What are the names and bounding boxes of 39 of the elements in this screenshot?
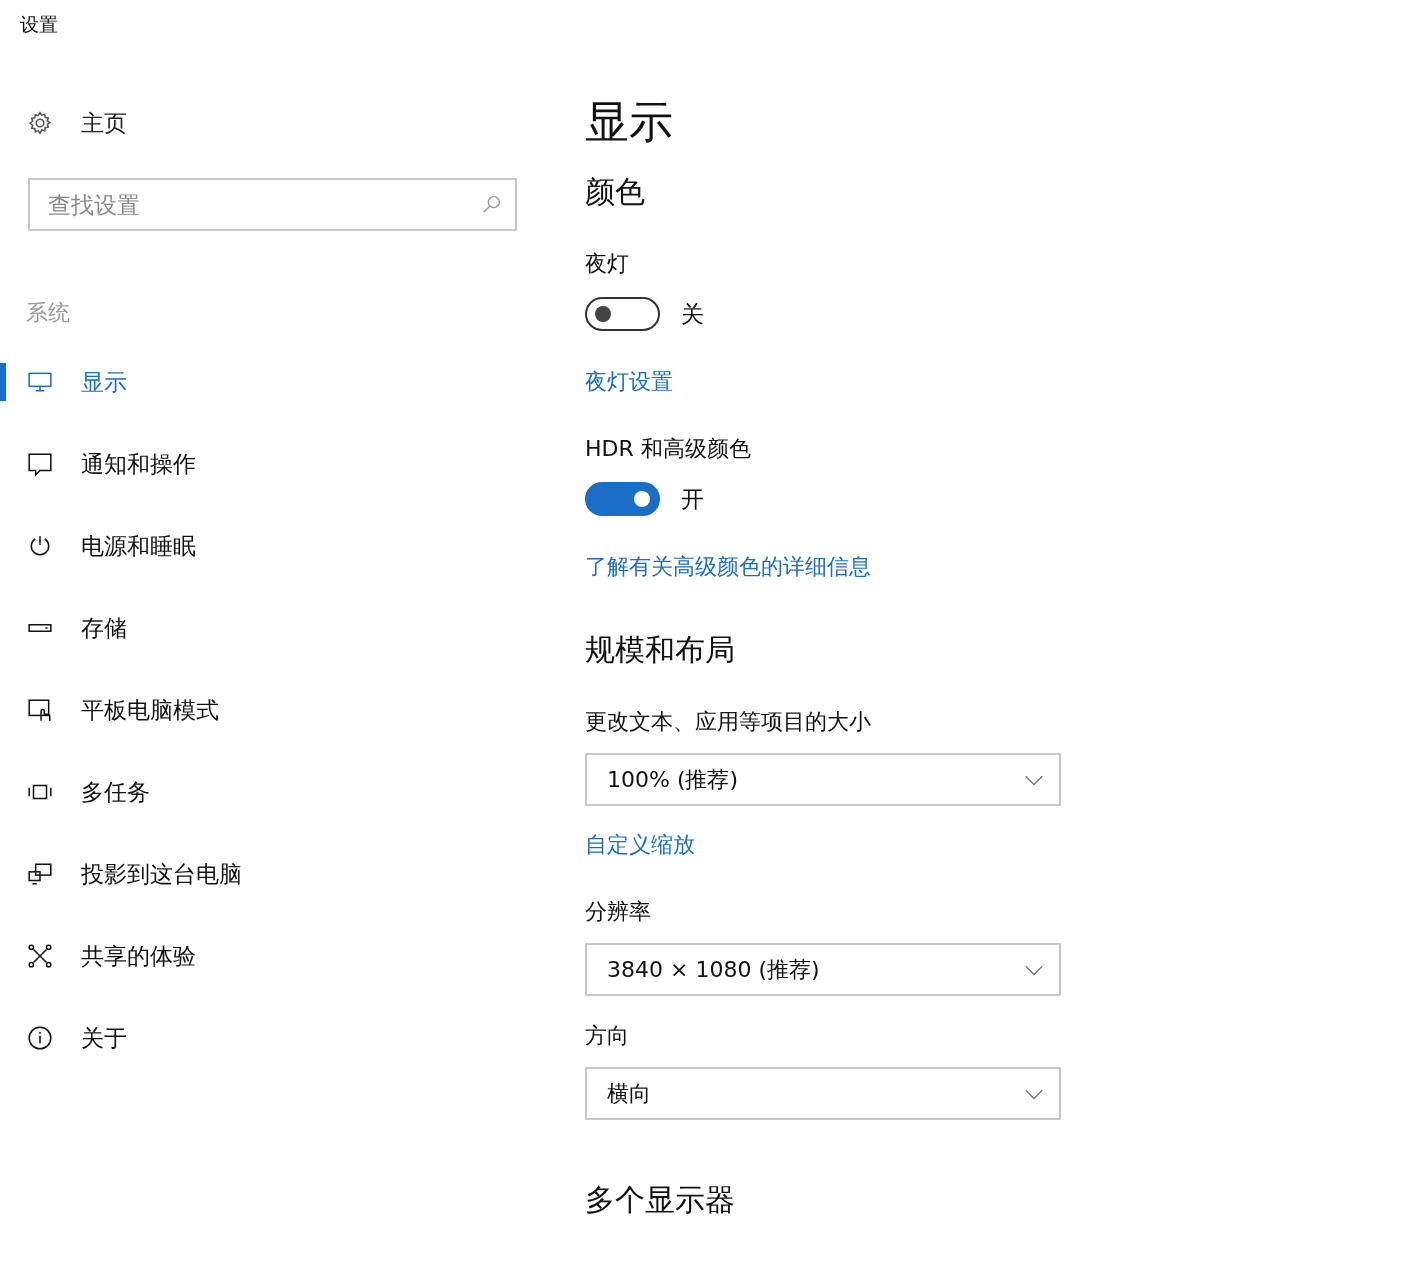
section-heading: 颜色 (585, 173, 646, 211)
nav-item[interactable]: 关于 (0, 997, 585, 1079)
home-nav-item[interactable]: 主页 (0, 98, 585, 148)
setting-label: 夜灯 (585, 250, 630, 278)
speech-bubble-icon (27, 451, 53, 477)
nav-item[interactable]: 存储 (0, 587, 585, 669)
section-label: 系统 (26, 299, 71, 327)
nav-item[interactable]: 通知和操作 (0, 423, 585, 505)
setting-label: HDR 和高级颜色 (585, 435, 752, 463)
nav-item[interactable]: 平板电脑模式 (0, 669, 585, 751)
nav-item[interactable]: 多任务 (0, 751, 585, 833)
info-icon (27, 1025, 53, 1051)
setting-label: 方向 (585, 1022, 630, 1050)
dropdown[interactable]: 横向 (585, 1067, 1061, 1120)
section-heading: 多个显示器 (585, 1181, 736, 1219)
search-field[interactable]: 查找设置 (28, 178, 517, 231)
nav-item[interactable]: 显示 (0, 341, 585, 423)
link[interactable]: 自定义缩放 (585, 830, 695, 860)
dropdown[interactable]: 100% (推荐) (585, 753, 1061, 806)
link[interactable]: 夜灯设置 (585, 367, 673, 397)
projector-icon (27, 861, 53, 887)
dropdown[interactable]: 3840 × 1080 (推荐) (585, 943, 1061, 996)
tablet-icon (27, 697, 53, 723)
toggle-switch[interactable] (585, 297, 660, 331)
gear-icon (27, 110, 53, 136)
toggle-state-label: 关 (681, 299, 704, 329)
setting-label: 更改文本、应用等项目的大小 (585, 708, 872, 736)
toggle-state-label: 开 (681, 484, 704, 514)
share-nodes-icon (27, 943, 53, 969)
nav-item[interactable]: 共享的体验 (0, 915, 585, 997)
section-heading: 规模和布局 (585, 631, 736, 669)
toggle-switch[interactable] (585, 482, 660, 516)
link[interactable]: 了解有关高级颜色的详细信息 (585, 552, 871, 582)
nav-item[interactable]: 投影到这台电脑 (0, 833, 585, 915)
setting-label: 分辨率 (585, 898, 652, 926)
nav-item[interactable]: 电源和睡眠 (0, 505, 585, 587)
page-title: 显示 (585, 95, 674, 149)
search-icon (481, 193, 503, 215)
window-title: 设置 (20, 13, 58, 35)
